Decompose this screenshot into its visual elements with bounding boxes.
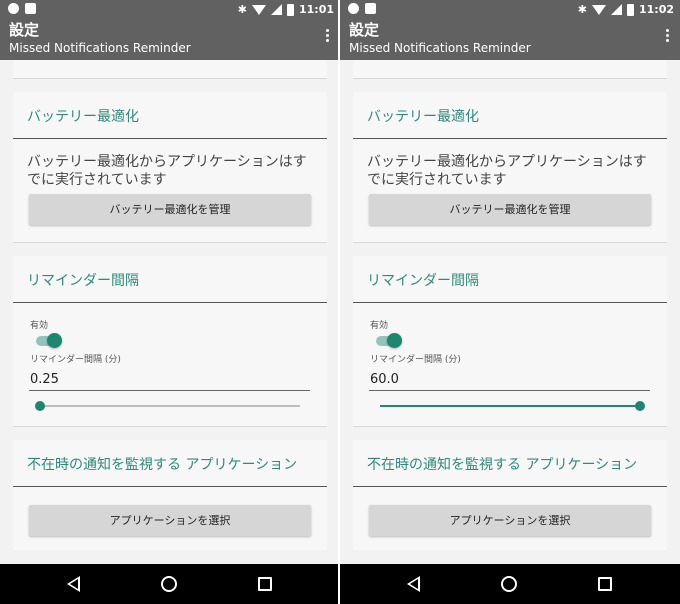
status-time: 11:02: [638, 3, 674, 16]
page-subtitle: Missed Notifications Reminder: [9, 41, 191, 55]
card-previous: [13, 60, 327, 78]
reminder-title-rule: [13, 302, 327, 303]
signal-icon: [270, 4, 282, 15]
manage-battery-button[interactable]: バッテリー最適化を管理: [29, 194, 311, 225]
battery-description: バッテリー最適化からアプリケーションはすでに実行されています: [367, 154, 647, 188]
app-bar: 設定 Missed Notifications Reminder: [0, 20, 340, 60]
comparison-screenshot: ✱ 11:01 設定 Missed Notifications Reminder…: [0, 0, 680, 604]
more-vert-icon[interactable]: [326, 29, 330, 44]
back-icon[interactable]: [67, 576, 80, 592]
apps-section-title: 不在時の通知を監視する アプリケーション: [27, 457, 298, 473]
interval-value-field[interactable]: 0.25: [30, 372, 59, 387]
card-divider: [353, 78, 667, 79]
image-icon: [25, 3, 36, 14]
interval-value-field[interactable]: 60.0: [370, 372, 399, 387]
card-divider: [13, 242, 327, 243]
status-time: 11:01: [298, 3, 334, 16]
card-divider: [353, 426, 667, 427]
battery-section-title: バッテリー最適化: [367, 109, 479, 125]
interval-field-underline: [369, 390, 650, 391]
home-icon[interactable]: [161, 576, 177, 592]
battery-description: バッテリー最適化からアプリケーションはすでに実行されています: [27, 154, 307, 188]
bluetooth-icon: ✱: [577, 3, 587, 16]
apps-section-title: 不在時の通知を監視する アプリケーション: [367, 457, 638, 473]
apps-title-rule: [13, 486, 327, 487]
enabled-toggle[interactable]: [376, 333, 404, 348]
bluetooth-icon: ✱: [237, 3, 247, 16]
back-icon[interactable]: [407, 576, 420, 592]
notification-icon: [348, 3, 359, 14]
interval-slider[interactable]: [380, 400, 645, 412]
enabled-label: 有効: [370, 321, 389, 331]
enabled-label: 有効: [30, 321, 49, 331]
interval-slider[interactable]: [35, 400, 300, 412]
home-icon[interactable]: [501, 576, 517, 592]
card-divider: [13, 78, 327, 79]
more-vert-icon[interactable]: [666, 29, 670, 44]
wifi-icon: [591, 4, 606, 15]
slider-fill: [380, 405, 640, 407]
battery-title-rule: [353, 138, 667, 139]
apps-title-rule: [353, 486, 667, 487]
select-apps-button[interactable]: アプリケーションを選択: [369, 505, 651, 536]
image-icon: [365, 3, 376, 14]
toggle-thumb: [47, 333, 62, 348]
app-bar: 設定 Missed Notifications Reminder: [340, 20, 680, 60]
notification-icon: [8, 3, 19, 14]
interval-label: リマインダー間隔 (分): [370, 355, 461, 365]
card-divider: [13, 426, 327, 427]
wifi-icon: [251, 4, 266, 15]
toggle-thumb: [387, 333, 402, 348]
battery-icon: [626, 3, 634, 16]
phone-screen-left: ✱ 11:01 設定 Missed Notifications Reminder…: [0, 0, 340, 604]
status-bar: ✱ 11:02: [340, 0, 680, 20]
slider-track: [40, 405, 300, 407]
reminder-section-title: リマインダー間隔: [367, 273, 479, 289]
recents-icon[interactable]: [258, 577, 272, 591]
enabled-toggle[interactable]: [36, 333, 64, 348]
phone-screen-right: ✱ 11:02 設定 Missed Notifications Reminder…: [340, 0, 680, 604]
battery-section-title: バッテリー最適化: [27, 109, 139, 125]
navigation-bar: [340, 564, 680, 604]
card-divider: [353, 242, 667, 243]
interval-label: リマインダー間隔 (分): [30, 355, 121, 365]
card-previous: [353, 60, 667, 78]
slider-knob[interactable]: [35, 401, 45, 411]
interval-field-underline: [29, 390, 310, 391]
page-title: 設定: [349, 21, 380, 39]
select-apps-button[interactable]: アプリケーションを選択: [29, 505, 311, 536]
status-bar: ✱ 11:01: [0, 0, 340, 20]
reminder-title-rule: [353, 302, 667, 303]
page-title: 設定: [9, 21, 40, 39]
reminder-section-title: リマインダー間隔: [27, 273, 139, 289]
battery-icon: [286, 3, 294, 16]
navigation-bar: [0, 564, 340, 604]
signal-icon: [610, 4, 622, 15]
slider-knob[interactable]: [635, 401, 645, 411]
manage-battery-button[interactable]: バッテリー最適化を管理: [369, 194, 651, 225]
recents-icon[interactable]: [598, 577, 612, 591]
page-subtitle: Missed Notifications Reminder: [349, 41, 531, 55]
battery-title-rule: [13, 138, 327, 139]
